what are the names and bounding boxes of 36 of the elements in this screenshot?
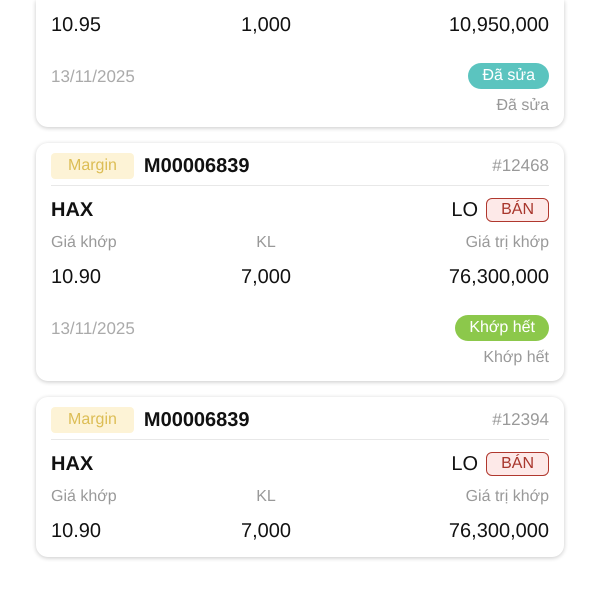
- account-number: M00006839: [144, 154, 250, 178]
- matched-price: 10.95: [51, 14, 102, 37]
- account-type-badge: Margin: [51, 407, 134, 433]
- price-label: Giá khớp: [51, 234, 118, 252]
- matched-value: 76,300,000: [448, 520, 549, 543]
- quantity-value: 7,000: [240, 520, 292, 543]
- matched-value: 76,300,000: [448, 266, 549, 289]
- order-date: 13/11/2025: [51, 319, 135, 339]
- order-number: #12394: [492, 410, 549, 430]
- side-badge: BÁN: [486, 198, 549, 222]
- status-badge: Khớp hết: [455, 315, 549, 341]
- quantity-label: KL: [255, 234, 277, 252]
- account-number: M00006839: [144, 408, 250, 432]
- quantity-value: 1,000: [240, 14, 292, 37]
- order-card[interactable]: 10.95 1,000 10,950,000 13/11/2025 Đã sửa Đã sửa: [36, 0, 564, 127]
- matched-price: 10.90: [51, 266, 102, 289]
- status-badge: Đã sửa: [468, 63, 549, 89]
- matched-price: 10.90: [51, 520, 102, 543]
- order-card[interactable]: Margin M00006839 #12394 HAX LO BÁN Giá khớp KL Giá trị khớp 10.90 7,000 76,300,000: [36, 397, 564, 557]
- order-card[interactable]: Margin M00006839 #12468 HAX LO BÁN Giá khớp KL Giá trị khớp 10.90 7,000 76,300,000 13/11/2025 Khớp hết Khớp hết: [36, 143, 564, 381]
- stock-symbol: HAX: [51, 452, 94, 476]
- order-type: LO: [451, 452, 478, 476]
- status-text: Khớp hết: [483, 349, 549, 367]
- quantity-label: KL: [255, 488, 277, 506]
- price-label: Giá khớp: [51, 488, 118, 506]
- status-text: Đã sửa: [496, 97, 549, 115]
- side-badge: BÁN: [486, 452, 549, 476]
- order-date: 13/11/2025: [51, 67, 135, 87]
- account-type-badge: Margin: [51, 153, 134, 179]
- order-type: LO: [451, 198, 478, 222]
- stock-symbol: HAX: [51, 198, 94, 222]
- quantity-value: 7,000: [240, 266, 292, 289]
- order-number: #12468: [492, 156, 549, 176]
- value-label: Giá trị khớp: [464, 234, 549, 252]
- matched-value: 10,950,000: [448, 14, 549, 37]
- value-label: Giá trị khớp: [464, 488, 549, 506]
